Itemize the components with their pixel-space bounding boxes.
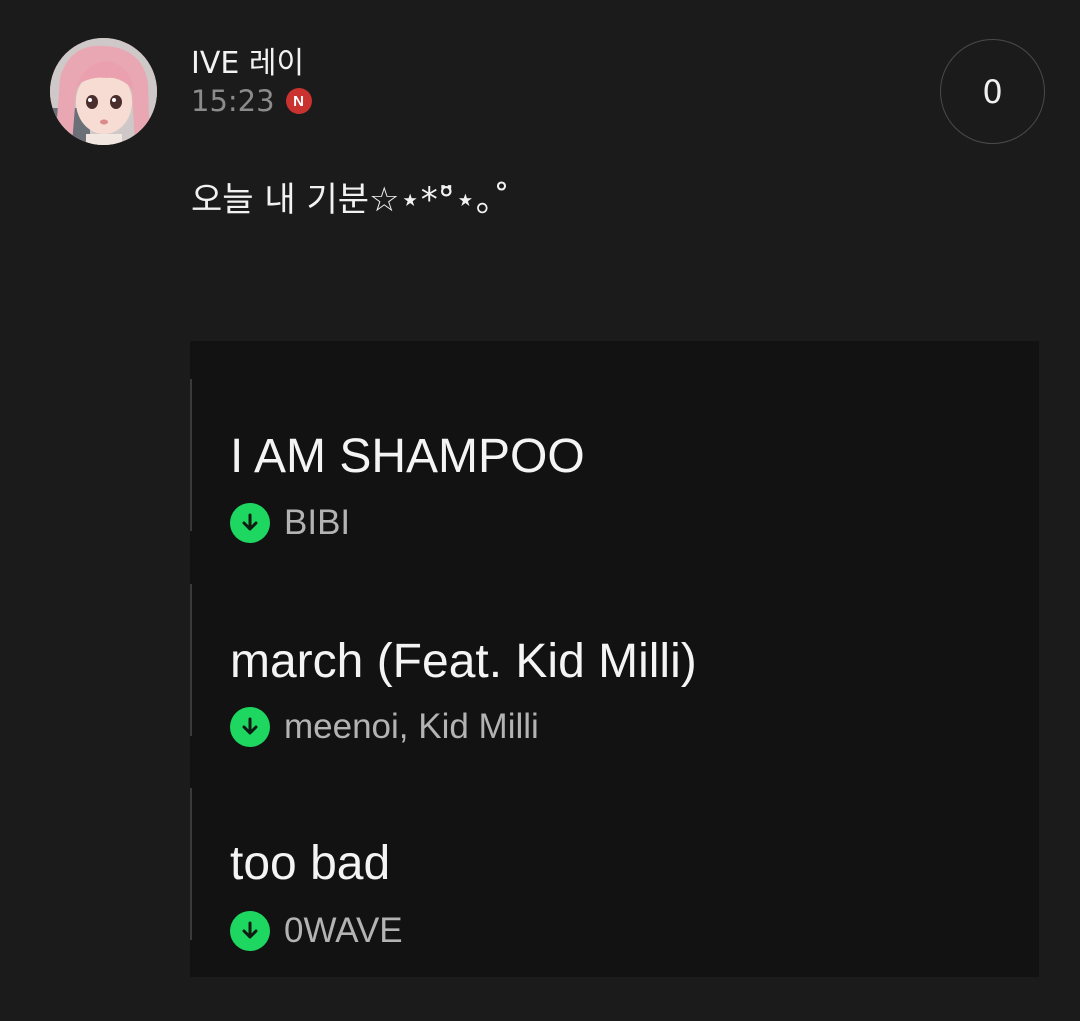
like-count: 0 — [982, 72, 1003, 111]
track-item: I AM SHAMPOO BIBI — [190, 371, 1039, 551]
download-circle-icon — [230, 911, 270, 951]
track-title: too bad — [230, 837, 391, 890]
like-count-button[interactable]: 0 — [940, 39, 1045, 144]
track-artist: meenoi, Kid Milli — [284, 707, 539, 746]
track-divider — [190, 788, 192, 940]
track-divider — [190, 379, 192, 531]
attached-image-playlist[interactable]: I AM SHAMPOO BIBI march (Feat. Kid Milli… — [190, 341, 1039, 977]
post-body-text: 오늘 내 기분☆⋆*°̈⋆｡˚ — [191, 180, 511, 220]
download-circle-icon — [230, 707, 270, 747]
track-artist-row: BIBI — [230, 503, 350, 543]
track-artist-row: meenoi, Kid Milli — [230, 707, 539, 747]
author-avatar[interactable] — [50, 38, 157, 145]
new-badge-icon: N — [285, 88, 312, 114]
track-artist-row: 0WAVE — [230, 911, 403, 951]
track-item: too bad 0WAVE — [190, 778, 1039, 958]
download-circle-icon — [230, 503, 270, 543]
author-name[interactable]: IVE 레이 — [191, 38, 304, 82]
avatar-image — [50, 38, 157, 145]
track-item: march (Feat. Kid Milli) meenoi, Kid Mill… — [190, 574, 1039, 754]
track-title: march (Feat. Kid Milli) — [230, 635, 697, 688]
track-divider — [190, 584, 192, 736]
track-artist: BIBI — [284, 503, 351, 542]
post-card: IVE 레이 15:23 N 0 오늘 내 기분☆⋆*°̈⋆｡˚ I AM SH… — [0, 0, 1080, 1021]
post-time: 15:23 — [191, 84, 275, 118]
post-meta: 15:23 N — [191, 84, 312, 118]
track-title: I AM SHAMPOO — [230, 430, 585, 483]
track-artist: 0WAVE — [284, 911, 403, 950]
